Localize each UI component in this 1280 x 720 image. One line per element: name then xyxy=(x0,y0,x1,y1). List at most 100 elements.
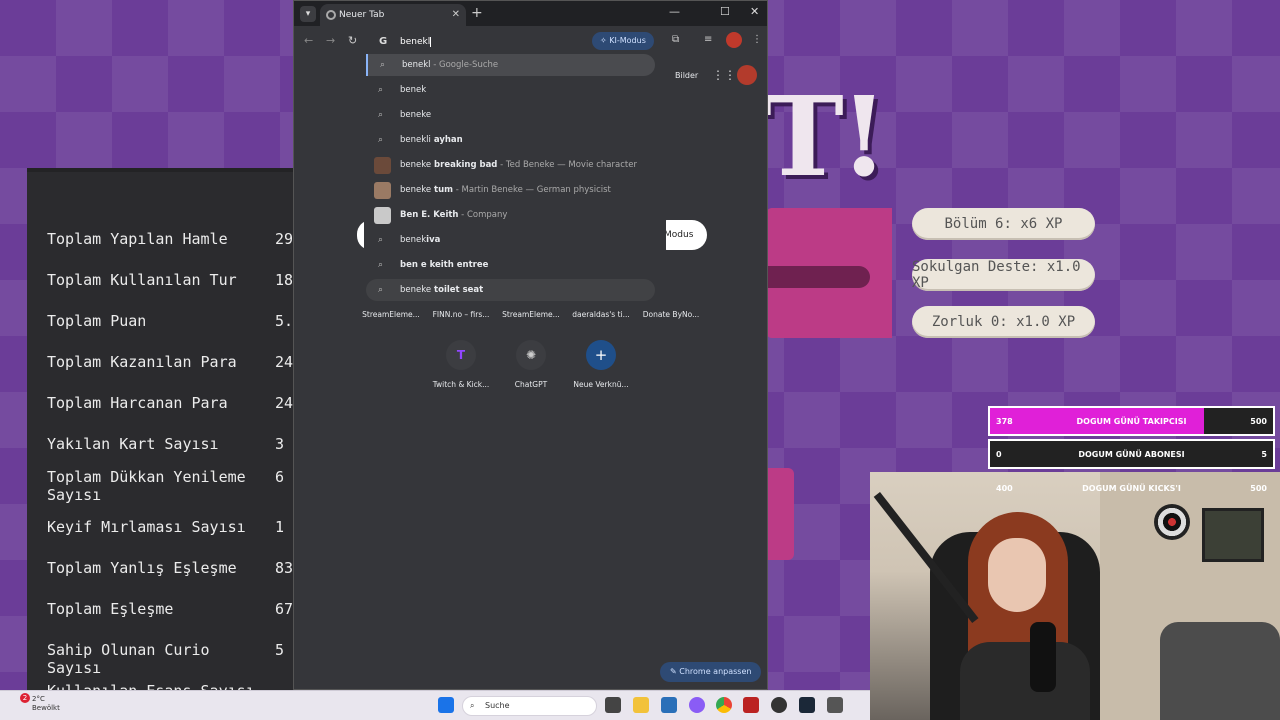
suggestion-text: benekli xyxy=(400,135,431,145)
game-ticket-card-lower[interactable] xyxy=(766,468,794,560)
shortcut-tile[interactable]: Donate ByNo... xyxy=(636,310,706,319)
suggestion-item[interactable]: beneke tum - Martin Beneke — German phys… xyxy=(366,179,655,201)
taskbar-search[interactable]: ⌕ Suche xyxy=(462,696,597,716)
windows-taskbar: 2 2°C Bewölkt ⌕ Suche xyxy=(0,690,870,720)
customize-chrome-button[interactable]: ✎ Chrome anpassen xyxy=(660,662,762,682)
stat-value: 242 xyxy=(275,353,295,371)
extensions-icon[interactable]: ⧉ xyxy=(672,34,679,45)
suggestion-item[interactable]: ⌕ beneke toilet seat xyxy=(366,279,655,301)
steam-icon[interactable] xyxy=(799,697,815,713)
stat-value: 5 xyxy=(275,641,285,659)
back-icon[interactable]: ← xyxy=(304,34,313,47)
stat-value: 296 xyxy=(275,230,295,248)
tab-new-tab[interactable]: Neuer Tab ✕ xyxy=(320,4,466,26)
ki-mode-button[interactable]: ✧ KI-Modus xyxy=(592,32,654,50)
cam-streamer-body xyxy=(960,642,1090,720)
stat-row: Toplam Dükkan Yenileme Sayısı 6 xyxy=(47,468,284,504)
suggestion-text: beneke xyxy=(400,285,432,295)
chrome-taskbar-icon[interactable] xyxy=(716,697,732,713)
pencil-icon: ✎ xyxy=(670,667,680,676)
shortcut-label: daeraldas's ti... xyxy=(572,310,630,319)
reload-icon[interactable]: ↻ xyxy=(348,34,357,47)
stats-panel: Toplam Yapılan Hamle 296 Toplam Kullanıla… xyxy=(27,168,295,693)
media-control-icon[interactable]: ≡ xyxy=(704,34,712,45)
suggestion-item[interactable]: ⌕ beneke xyxy=(366,104,655,126)
stat-row: Sahip Olunan Curio Sayısı 5 xyxy=(47,641,284,677)
suggestion-bold: breaking bad xyxy=(431,160,498,170)
stat-value: 5.598 xyxy=(275,312,295,330)
suggestion-bold: Ben E. Keith xyxy=(400,210,459,220)
stat-row: Toplam Puan 5.598 xyxy=(47,312,295,330)
images-link[interactable]: Bilder xyxy=(675,71,698,80)
suggestion-item[interactable]: ⌕ benekiva xyxy=(366,229,655,251)
xp-multiplier-badge: Bölüm 6: x6 XP xyxy=(912,208,1095,240)
obs-icon[interactable] xyxy=(771,697,787,713)
cam-picture-frame xyxy=(1202,508,1264,562)
minimize-icon[interactable]: — xyxy=(669,5,680,18)
stat-label: Toplam Harcanan Para xyxy=(47,394,228,412)
omnibox-input[interactable]: benekl xyxy=(400,37,430,47)
shortcut-tile[interactable]: FINN.no – firs... xyxy=(426,310,496,319)
stat-value: 18 xyxy=(275,271,294,289)
stat-label: Toplam Eşleşme xyxy=(47,600,174,618)
shortcut-tile-chatgpt[interactable]: ✺ ChatGPT xyxy=(496,340,566,389)
start-icon[interactable] xyxy=(438,697,454,713)
add-shortcut-icon: + xyxy=(586,340,616,370)
maximize-icon[interactable]: ☐ xyxy=(720,5,730,18)
goal-label: DOGUM GÜNÜ ABONESI xyxy=(1078,450,1185,459)
search-icon: ⌕ xyxy=(378,285,384,295)
stat-row: Toplam Eşleşme 67 xyxy=(47,600,293,618)
suggestion-item[interactable]: ⌕ benekl - Google-Suche xyxy=(366,54,655,76)
apps-grid-icon[interactable]: ⋮⋮ xyxy=(712,68,736,82)
customize-label: Chrome anpassen xyxy=(679,667,752,676)
stat-row: Yakılan Kart Sayısı 3 xyxy=(47,435,284,453)
suggestion-item[interactable]: ⌕ ben e keith entree xyxy=(366,254,655,276)
suggestion-item[interactable]: ⌕ benek xyxy=(366,79,655,101)
ntp-profile-avatar[interactable] xyxy=(737,65,757,85)
weather-widget[interactable]: 2 2°C Bewölkt xyxy=(14,693,60,713)
shortcut-label: StreamEleme... xyxy=(502,310,560,319)
suggestion-detail: - Company xyxy=(458,210,508,220)
suggestion-thumbnail-icon xyxy=(374,182,391,199)
game-title-fragment: T! xyxy=(762,72,888,201)
suggestion-thumbnail-icon xyxy=(374,207,391,224)
store-icon[interactable] xyxy=(661,697,677,713)
shortcut-tile[interactable]: StreamEleme... xyxy=(496,310,566,319)
shortcut-tile-twitch[interactable]: T Twitch & Kick... xyxy=(426,340,496,389)
suggestion-item[interactable]: beneke breaking bad - Ted Beneke — Movie… xyxy=(366,154,655,176)
menu-icon[interactable]: ⋮ xyxy=(752,34,762,45)
suggestion-bold: toilet seat xyxy=(431,285,484,295)
tab-strip: ▾ Neuer Tab ✕ + — ☐ ✕ xyxy=(294,1,767,26)
search-icon: ⌕ xyxy=(470,701,475,710)
suggestion-bold: ayhan xyxy=(430,135,463,145)
stat-value: 242 xyxy=(275,394,295,412)
stat-row: Keyif Mırlaması Sayısı 1 xyxy=(47,518,284,536)
profile-avatar[interactable] xyxy=(726,32,742,48)
tab-search-button[interactable]: ▾ xyxy=(300,6,316,22)
shortcut-tile-add[interactable]: + Neue Verknü... xyxy=(566,340,636,389)
new-tab-button[interactable]: + xyxy=(471,4,483,22)
chrome-favicon-icon xyxy=(326,10,336,20)
task-view-icon[interactable] xyxy=(605,697,621,713)
suggestion-text: beneke xyxy=(400,185,432,195)
suggestion-item[interactable]: ⌕ benekli ayhan xyxy=(366,129,655,151)
xp-multiplier-badge: Sokulgan Deste: x1.0 XP xyxy=(912,259,1095,291)
stat-label: Toplam Kazanılan Para xyxy=(47,353,237,371)
stat-label: Keyif Mırlaması Sayısı xyxy=(47,518,246,536)
search-icon: ⌕ xyxy=(380,60,386,70)
discord-icon[interactable] xyxy=(689,697,705,713)
file-explorer-icon[interactable] xyxy=(633,697,649,713)
stat-value: 3 xyxy=(275,435,285,453)
goal-target: 500 xyxy=(1250,417,1267,426)
stat-row: Toplam Kazanılan Para 242 xyxy=(47,353,295,371)
close-window-icon[interactable]: ✕ xyxy=(750,5,759,18)
suggestion-item[interactable]: Ben E. Keith - Company xyxy=(366,204,655,226)
shortcut-tile[interactable]: daeraldas's ti... xyxy=(566,310,636,319)
shortcut-tile[interactable]: StreamEleme... xyxy=(356,310,426,319)
stat-label: Yakılan Kart Sayısı xyxy=(47,435,219,453)
forward-icon[interactable]: → xyxy=(326,34,335,47)
close-tab-icon[interactable]: ✕ xyxy=(452,4,460,26)
goal-label: DOGUM GÜNÜ KICKS'I xyxy=(1082,484,1181,493)
app-icon[interactable] xyxy=(743,697,759,713)
game-icon[interactable] xyxy=(827,697,843,713)
